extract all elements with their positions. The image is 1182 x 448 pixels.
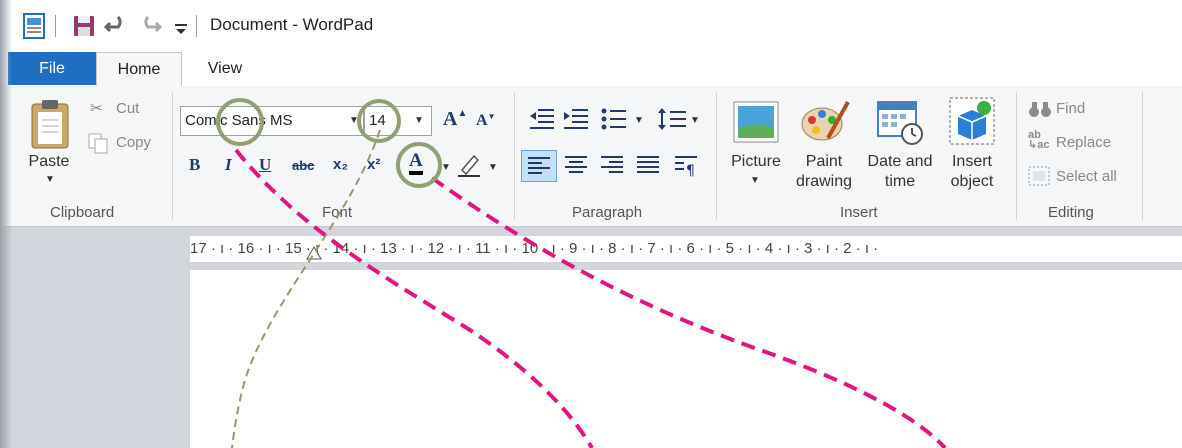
underline-button[interactable]: U [259, 155, 271, 175]
increase-indent-icon[interactable] [562, 106, 590, 132]
object-label-line1: Insert [951, 153, 992, 170]
object-label-line2: object [950, 173, 994, 190]
replace-button[interactable]: Replace [1056, 134, 1111, 151]
undo-icon[interactable] [104, 13, 128, 39]
datetime-label-line2: time [884, 173, 916, 190]
insert-object-button[interactable]: Insert object [940, 152, 1004, 192]
line-spacing-dropdown-icon[interactable]: ▼ [690, 115, 700, 126]
separator [55, 15, 56, 37]
text-color-button[interactable]: A [409, 151, 423, 175]
window-title: Document - WordPad [210, 15, 374, 34]
document-page[interactable] [190, 270, 1182, 448]
title-bar: Document - WordPad [0, 0, 1182, 52]
bullet-list-icon[interactable] [600, 106, 628, 132]
align-center-icon[interactable] [564, 155, 588, 175]
superscript-button[interactable]: x² [367, 156, 380, 173]
insert-group-label: Insert [840, 204, 878, 221]
editing-group-label: Editing [1048, 204, 1094, 221]
indent-marker-icon[interactable] [306, 246, 322, 260]
replace-icon: ab ↳ac [1028, 129, 1050, 151]
paste-icon [31, 100, 69, 149]
customize-toolbar-chevron-icon[interactable] [170, 13, 194, 39]
decrease-indent-icon[interactable] [528, 106, 556, 132]
redo-icon[interactable] [138, 13, 162, 39]
separator [1016, 92, 1017, 220]
separator [514, 92, 515, 220]
paragraph-icon[interactable]: ¶ [674, 155, 698, 177]
copy-button[interactable]: Copy [116, 134, 151, 151]
picture-icon [733, 101, 779, 143]
separator [1142, 92, 1143, 220]
highlight-pen-icon[interactable] [456, 150, 482, 178]
subscript-button[interactable]: x₂ [333, 156, 348, 173]
separator [172, 92, 173, 220]
bold-button[interactable]: B [189, 155, 200, 175]
bullet-list-dropdown-icon[interactable]: ▼ [634, 115, 644, 126]
align-right-icon[interactable] [600, 155, 624, 175]
strikethrough-button[interactable]: abc [292, 158, 314, 173]
select-all-button[interactable]: Select all [1056, 168, 1117, 185]
wordpad-app-icon [23, 13, 45, 39]
copy-icon [88, 133, 108, 154]
svg-text:¶: ¶ [686, 163, 695, 177]
paint-drawing-button[interactable]: Paint drawing [788, 152, 860, 192]
justify-icon[interactable] [636, 155, 660, 175]
text-color-dropdown-icon[interactable]: ▼ [441, 162, 451, 173]
cut-icon: ✂ [90, 100, 103, 117]
select-all-icon [1028, 166, 1050, 186]
separator [716, 92, 717, 220]
cut-button[interactable]: Cut [116, 100, 139, 117]
ruler-scale: 17 · ı · 16 · ı · 15 · ı · 14 · ı · 13 ·… [190, 240, 879, 257]
shrink-font-icon[interactable]: A▼ [476, 112, 495, 130]
frame-shadow [0, 0, 12, 448]
datetime-label-line1: Date and [867, 153, 933, 170]
paint-label-line1: Paint [805, 153, 843, 170]
date-time-button[interactable]: Date and time [860, 152, 940, 192]
font-family-combo[interactable]: Comic Sans MS [180, 106, 364, 136]
line-spacing-icon[interactable] [656, 106, 688, 132]
tab-file[interactable]: File [8, 52, 96, 85]
paint-label-line2: drawing [795, 173, 853, 190]
paragraph-group-label: Paragraph [572, 204, 643, 221]
paste-dropdown-icon[interactable]: ▼ [45, 174, 55, 185]
insert-object-icon [949, 97, 995, 145]
picture-dropdown-icon[interactable]: ▼ [750, 175, 760, 186]
calendar-clock-icon [877, 101, 923, 145]
save-icon[interactable] [72, 13, 96, 39]
font-family-dropdown-icon[interactable]: ▼ [349, 115, 359, 126]
font-group-label: Font [322, 204, 353, 221]
tab-view[interactable]: View [196, 52, 254, 85]
italic-button[interactable]: I [225, 155, 232, 175]
picture-button[interactable]: Picture [724, 152, 788, 172]
horizontal-ruler[interactable]: 17 · ı · 16 · ı · 15 · ı · 14 · ı · 13 ·… [190, 236, 1182, 262]
font-size-dropdown-icon[interactable]: ▼ [414, 115, 424, 126]
tab-home[interactable]: Home [96, 52, 182, 86]
clipboard-group-label: Clipboard [50, 204, 115, 221]
ribbon: Paste ▼ ✂ Cut Copy Clipboard Comic Sans … [0, 86, 1182, 227]
align-left-button[interactable] [521, 150, 557, 182]
paste-button[interactable]: Paste [22, 152, 76, 172]
paint-palette-icon [801, 101, 850, 141]
align-left-icon [528, 157, 550, 174]
separator [196, 15, 197, 37]
binoculars-icon [1029, 102, 1051, 117]
find-button[interactable]: Find [1056, 100, 1085, 117]
highlight-dropdown-icon[interactable]: ▼ [488, 162, 498, 173]
grow-font-icon[interactable]: A▲ [443, 108, 467, 131]
